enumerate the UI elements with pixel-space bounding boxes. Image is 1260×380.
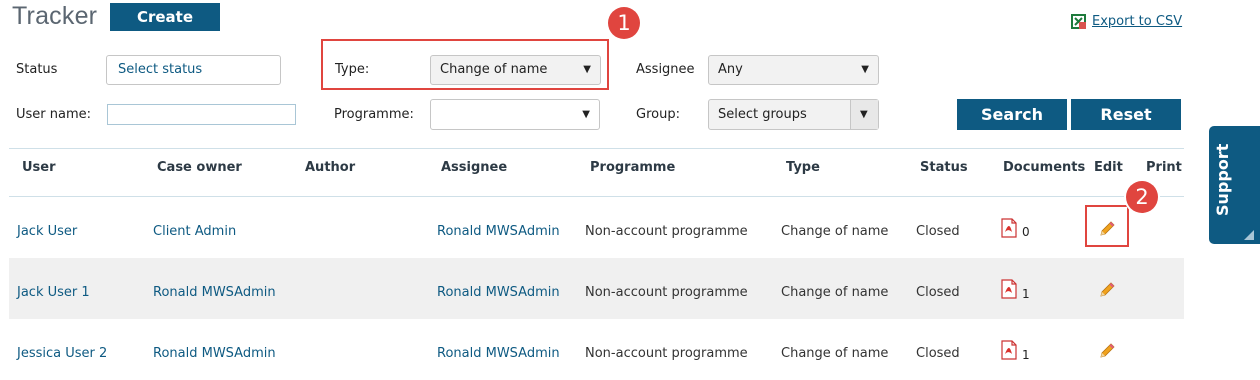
row-assignee-link[interactable]: Ronald MWSAdmin (437, 346, 560, 361)
pdf-icon[interactable] (1000, 218, 1018, 238)
reset-button[interactable]: Reset (1071, 99, 1181, 130)
col-header-status: Status (920, 160, 968, 175)
document-count: 1 (1022, 287, 1030, 301)
document-count: 0 (1022, 225, 1030, 239)
type-filter-highlight (321, 39, 609, 90)
caret-down-icon: ▼ (861, 64, 869, 75)
assignee-select[interactable]: Any ▼ (708, 55, 879, 85)
row-type: Change of name (781, 346, 889, 361)
page-title: Tracker (12, 2, 98, 30)
row-status: Closed (916, 224, 960, 239)
row-type: Change of name (781, 285, 889, 300)
row-assignee-link[interactable]: Ronald MWSAdmin (437, 285, 560, 300)
edit-highlight (1085, 205, 1129, 247)
row-user-link[interactable]: Jack User (17, 224, 77, 239)
group-select-value: Select groups (718, 107, 807, 122)
col-header-programme: Programme (590, 160, 676, 175)
document-count: 1 (1022, 348, 1030, 362)
row-status: Closed (916, 285, 960, 300)
assignee-select-value: Any (718, 62, 743, 77)
step-badge-1: 1 (608, 7, 640, 39)
assignee-label: Assignee (636, 62, 695, 77)
export-csv-link[interactable]: Export to CSV (1092, 14, 1182, 29)
col-header-author: Author (305, 160, 356, 175)
pencil-icon[interactable] (1098, 342, 1116, 360)
col-header-type: Type (786, 160, 820, 175)
row-user-link[interactable]: Jack User 1 (17, 285, 90, 300)
row-programme: Non-account programme (585, 346, 748, 361)
pdf-icon[interactable] (1000, 340, 1018, 360)
status-select[interactable]: Select status (106, 55, 281, 85)
username-input[interactable] (107, 104, 296, 125)
create-button[interactable]: Create (110, 3, 220, 31)
programme-select[interactable]: ▼ (430, 99, 600, 130)
row-case-owner-link[interactable]: Client Admin (153, 224, 236, 239)
programme-label: Programme: (334, 107, 414, 122)
row-user-link[interactable]: Jessica User 2 (17, 346, 107, 361)
group-label: Group: (636, 107, 680, 122)
caret-down-icon: ▼ (582, 109, 590, 120)
row-assignee-link[interactable]: Ronald MWSAdmin (437, 224, 560, 239)
row-programme: Non-account programme (585, 224, 748, 239)
col-header-documents: Documents (1003, 160, 1086, 175)
support-corner (1244, 230, 1254, 240)
status-label: Status (16, 62, 58, 77)
support-label: Support (1213, 143, 1232, 216)
pdf-icon[interactable] (1000, 279, 1018, 299)
col-header-edit: Edit (1094, 160, 1123, 175)
row-type: Change of name (781, 224, 889, 239)
group-select[interactable]: Select groups ▼ (708, 99, 879, 130)
step-badge-2: 2 (1126, 181, 1158, 213)
table-top-divider (9, 148, 1184, 149)
pencil-icon[interactable] (1098, 281, 1116, 299)
export-csv[interactable]: Export to CSV (1070, 13, 1182, 30)
excel-icon (1071, 14, 1086, 29)
username-label: User name: (16, 107, 92, 122)
row-case-owner-link[interactable]: Ronald MWSAdmin (153, 346, 276, 361)
support-tab[interactable]: Support (1209, 126, 1260, 244)
col-header-user: User (22, 160, 56, 175)
group-select-toggle[interactable]: ▼ (850, 100, 878, 129)
col-header-case-owner: Case owner (157, 160, 242, 175)
col-header-assignee: Assignee (441, 160, 508, 175)
row-status: Closed (916, 346, 960, 361)
row-case-owner-link[interactable]: Ronald MWSAdmin (153, 285, 276, 300)
col-header-print: Print (1146, 160, 1182, 175)
search-button[interactable]: Search (957, 99, 1067, 130)
caret-down-icon: ▼ (860, 109, 868, 120)
row-programme: Non-account programme (585, 285, 748, 300)
